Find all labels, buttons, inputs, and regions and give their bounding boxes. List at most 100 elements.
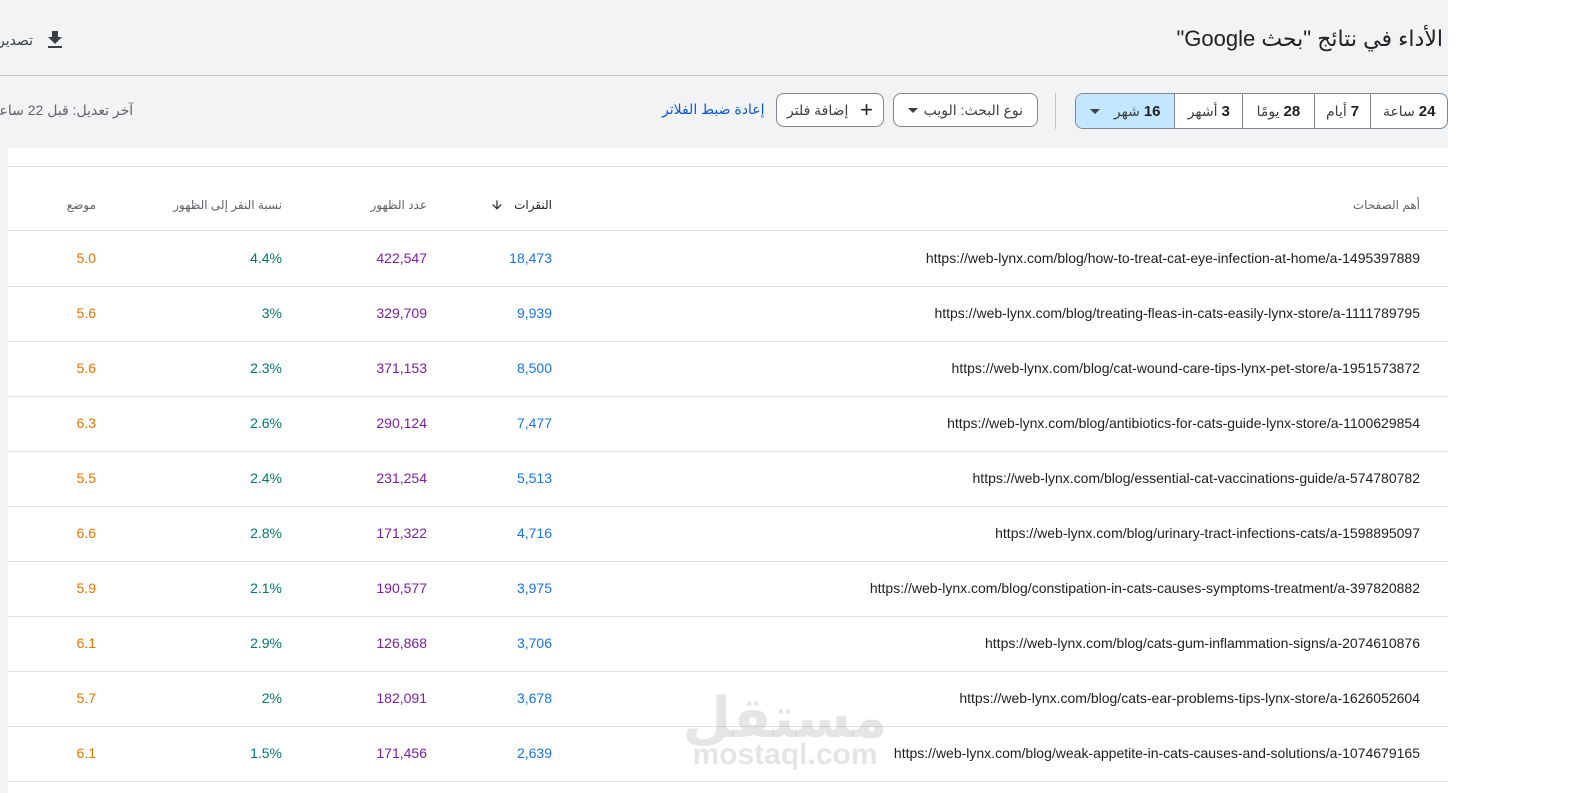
export-button[interactable]: تصدير (0, 26, 67, 54)
clicks-value: 3,975 (516, 580, 552, 596)
impressions-value: 190,577 (376, 580, 427, 596)
right-panel-edge (1448, 0, 1573, 793)
ctr-value: 2.8% (250, 525, 282, 541)
search-type-label: نوع البحث: الويب (923, 101, 1023, 118)
download-icon (48, 31, 63, 48)
impressions-value: 126,868 (376, 635, 427, 651)
position-value: 5.5 (76, 470, 96, 486)
table-row[interactable]: https://web-lynx.com/blog/treating-fleas… (8, 286, 1448, 342)
caret-down-icon (1089, 108, 1100, 114)
last-update-text: آخر تعديل: قبل 22 ساعة (0, 102, 134, 118)
add-filter-button[interactable]: + إضافة فلتر (776, 93, 884, 127)
reset-filters-link[interactable]: إعادة ضبط الفلاتر (662, 101, 764, 118)
position-value: 5.9 (76, 580, 96, 596)
caret-down-icon (908, 107, 918, 113)
table-top-border (8, 166, 1448, 167)
page-url[interactable]: https://web-lynx.com/blog/urinary-tract-… (995, 525, 1420, 541)
page-url[interactable]: https://web-lynx.com/blog/treating-fleas… (934, 305, 1420, 321)
date-range-3m[interactable]: 3 أشهر (1174, 94, 1242, 128)
date-range-number: 24 (1418, 102, 1436, 120)
clicks-value: 2,639 (516, 745, 552, 761)
page-url[interactable]: https://web-lynx.com/blog/how-to-treat-c… (926, 250, 1420, 266)
position-value: 6.1 (76, 745, 96, 761)
plus-icon: + (860, 97, 873, 122)
position-value: 6.6 (76, 525, 96, 541)
clicks-value: 8,500 (516, 360, 552, 376)
clicks-value: 9,939 (516, 305, 552, 321)
date-range-number: 3 (1221, 102, 1230, 120)
column-header-impressions[interactable]: عدد الظهور (371, 198, 428, 212)
impressions-value: 171,456 (376, 745, 427, 761)
position-value: 5.6 (76, 360, 96, 376)
position-value: 5.7 (76, 690, 96, 706)
filter-separator (1055, 93, 1056, 129)
date-range-28d[interactable]: 28 يومًا (1242, 94, 1314, 128)
clicks-value: 3,678 (516, 690, 552, 706)
clicks-value: 5,513 (516, 470, 552, 486)
impressions-value: 182,091 (376, 690, 427, 706)
position-value: 6.3 (76, 415, 96, 431)
impressions-value: 329,709 (376, 305, 427, 321)
page-url[interactable]: https://web-lynx.com/blog/constipation-i… (870, 580, 1420, 596)
table-row[interactable]: https://web-lynx.com/blog/constipation-i… (8, 561, 1448, 617)
position-value: 5.6 (76, 305, 96, 321)
arrow-down-icon (492, 200, 502, 210)
table-row[interactable]: https://web-lynx.com/blog/cats-gum-infla… (8, 616, 1448, 672)
table-row[interactable]: https://web-lynx.com/blog/cats-ear-probl… (8, 671, 1448, 727)
column-header-pages[interactable]: أهم الصفحات (1353, 198, 1420, 212)
table-row[interactable]: https://web-lynx.com/blog/how-to-treat-c… (8, 231, 1448, 287)
table-row[interactable]: https://web-lynx.com/blog/urinary-tract-… (8, 506, 1448, 562)
date-range-unit: أيام (1326, 102, 1347, 119)
date-range-unit: شهر (1113, 102, 1140, 119)
date-range-selector: 24 ساعة 7 أيام 28 يومًا 3 أشهر 16 شهر (1075, 93, 1448, 129)
page-url[interactable]: https://web-lynx.com/blog/cats-ear-probl… (959, 690, 1420, 706)
page-url[interactable]: https://web-lynx.com/blog/essential-cat-… (973, 470, 1420, 486)
clicks-value: 7,477 (516, 415, 552, 431)
date-range-7d[interactable]: 7 أيام (1313, 94, 1371, 128)
page-title: الأداء في نتائج "بحث Google" (1176, 26, 1443, 51)
ctr-value: 2.9% (250, 635, 282, 651)
search-type-dropdown[interactable]: نوع البحث: الويب (893, 93, 1038, 127)
pages-table: أهم الصفحات النقرات عدد الظهور نسبة النق… (8, 148, 1448, 793)
date-range-number: 28 (1283, 102, 1301, 120)
impressions-value: 171,322 (376, 525, 427, 541)
ctr-value: 2.6% (250, 415, 282, 431)
table-row[interactable]: https://web-lynx.com/blog/cat-wound-care… (8, 341, 1448, 397)
position-value: 5.0 (76, 250, 96, 266)
date-range-24h[interactable]: 24 ساعة (1370, 94, 1447, 128)
column-header-position[interactable]: موضع (67, 198, 96, 212)
impressions-value: 290,124 (376, 415, 427, 431)
page-url[interactable]: https://web-lynx.com/blog/cats-gum-infla… (985, 635, 1420, 651)
table-row[interactable]: https://web-lynx.com/blog/weak-appetite-… (8, 726, 1448, 782)
ctr-value: 4.4% (250, 250, 282, 266)
page-url[interactable]: https://web-lynx.com/blog/cat-wound-care… (952, 360, 1420, 376)
ctr-value: 3% (261, 305, 282, 321)
date-range-number: 7 (1350, 102, 1360, 120)
clicks-value: 4,716 (516, 525, 552, 541)
position-value: 6.1 (76, 635, 96, 651)
clicks-value: 18,473 (509, 250, 552, 266)
impressions-value: 371,153 (376, 360, 427, 376)
impressions-value: 231,254 (376, 470, 427, 486)
date-range-unit: ساعة (1382, 102, 1415, 119)
add-filter-label: إضافة فلتر (787, 101, 849, 118)
date-range-number: 16 (1143, 102, 1161, 120)
table-row[interactable]: https://web-lynx.com/blog/essential-cat-… (8, 451, 1448, 507)
impressions-value: 422,547 (376, 250, 427, 266)
page-url[interactable]: https://web-lynx.com/blog/weak-appetite-… (894, 745, 1420, 761)
ctr-value: 2.3% (250, 360, 282, 376)
table-row[interactable]: https://web-lynx.com/blog/antibiotics-fo… (8, 396, 1448, 452)
date-range-16m[interactable]: 16 شهر (1076, 94, 1175, 128)
date-range-unit: يومًا (1256, 102, 1280, 119)
export-label: تصدير (0, 31, 34, 48)
header-divider (0, 75, 1448, 76)
column-header-ctr[interactable]: نسبة النقر إلى الظهور (173, 198, 282, 212)
ctr-value: 2% (261, 690, 282, 706)
page-url[interactable]: https://web-lynx.com/blog/antibiotics-fo… (947, 415, 1420, 431)
ctr-value: 2.1% (250, 580, 282, 596)
column-header-clicks[interactable]: النقرات (490, 198, 552, 212)
date-range-unit: أشهر (1187, 102, 1218, 119)
ctr-value: 2.4% (250, 470, 282, 486)
ctr-value: 1.5% (250, 745, 282, 761)
clicks-value: 3,706 (516, 635, 552, 651)
